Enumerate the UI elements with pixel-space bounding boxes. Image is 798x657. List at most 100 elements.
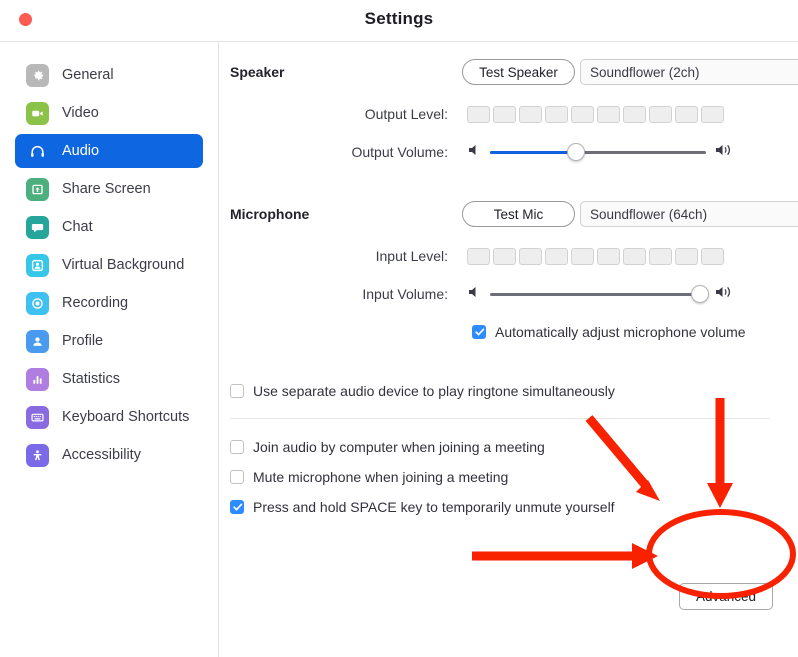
advanced-button[interactable]: Advanced	[679, 583, 774, 610]
accessibility-icon	[26, 443, 49, 467]
output-level-meter	[467, 105, 724, 123]
mute-mic-checkbox[interactable]	[230, 469, 244, 484]
sidebar-item-general[interactable]: General	[15, 58, 203, 92]
speaker-high-icon	[715, 143, 733, 162]
sidebar-item-audio[interactable]: Audio	[15, 134, 203, 168]
join-audio-option-row[interactable]: Join audio by computer when joining a me…	[219, 433, 798, 460]
output-volume-thumb[interactable]	[567, 143, 586, 161]
output-volume-slider[interactable]	[467, 142, 733, 162]
person-frame-icon	[26, 253, 49, 277]
meter-segment	[545, 105, 568, 123]
ringtone-label: Use separate audio device to play ringto…	[253, 382, 615, 399]
output-volume-track[interactable]	[490, 142, 706, 162]
sidebar-item-label: Keyboard Shortcuts	[62, 409, 190, 425]
speaker-section-label: Speaker	[230, 64, 285, 80]
meter-segment	[701, 247, 724, 265]
microphone-device-row: Microphone Test Mic Soundflower (64ch)	[219, 199, 798, 229]
input-level-row: Input Level:	[219, 241, 798, 271]
sidebar-item-label: Accessibility	[62, 447, 141, 463]
sidebar-item-chat[interactable]: Chat	[15, 210, 203, 244]
meter-segment	[701, 105, 724, 123]
mic-low-icon	[467, 285, 481, 304]
speaker-device-value: Soundflower (2ch)	[590, 64, 700, 80]
mute-mic-label: Mute microphone when joining a meeting	[253, 468, 509, 485]
auto-adjust-mic-label: Automatically adjust microphone volume	[495, 323, 746, 340]
sidebar-item-label: Chat	[62, 219, 93, 235]
meter-segment	[519, 105, 542, 123]
gear-icon	[26, 63, 49, 87]
sidebar-item-video[interactable]: Video	[15, 96, 203, 130]
settings-content-audio: Speaker Test Speaker Soundflower (2ch) O…	[219, 42, 798, 657]
output-volume-row: Output Volume:	[219, 137, 798, 167]
meter-segment	[493, 247, 516, 265]
meter-segment	[675, 105, 698, 123]
sidebar-item-label: Recording	[62, 295, 129, 311]
speaker-low-icon	[467, 143, 481, 162]
bar-chart-icon	[26, 367, 49, 391]
test-mic-button[interactable]: Test Mic	[462, 201, 575, 227]
output-volume-label: Output Volume:	[351, 144, 448, 160]
video-camera-icon	[26, 101, 49, 125]
share-screen-icon	[26, 177, 49, 201]
test-speaker-button[interactable]: Test Speaker	[462, 59, 575, 85]
sidebar-item-keyboard-shortcuts[interactable]: Keyboard Shortcuts	[15, 400, 203, 434]
meter-segment	[623, 105, 646, 123]
push-to-talk-checkbox[interactable]	[230, 499, 244, 514]
sidebar-item-profile[interactable]: Profile	[15, 324, 203, 358]
input-volume-slider[interactable]	[467, 284, 733, 304]
meter-segment	[467, 105, 490, 123]
auto-adjust-mic-checkbox[interactable]	[472, 324, 486, 339]
section-divider	[230, 418, 770, 419]
chat-bubble-icon	[26, 215, 49, 239]
person-icon	[26, 329, 49, 353]
microphone-section-label: Microphone	[230, 206, 310, 222]
meter-segment	[571, 247, 594, 265]
sidebar-item-label: Statistics	[62, 371, 121, 387]
meter-segment	[649, 247, 672, 265]
input-level-meter	[467, 247, 724, 265]
settings-sidebar: General Video Audio Share Screen Chat Virtual…	[0, 42, 219, 657]
headphones-icon	[26, 140, 49, 163]
meter-segment	[597, 247, 620, 265]
sidebar-item-label: Audio	[62, 143, 100, 159]
sidebar-item-label: Profile	[62, 333, 104, 349]
sidebar-item-label: Virtual Background	[62, 257, 185, 273]
output-level-label: Output Level:	[364, 106, 448, 122]
sidebar-item-share-screen[interactable]: Share Screen	[15, 172, 203, 206]
mute-mic-option-row[interactable]: Mute microphone when joining a meeting	[219, 463, 798, 490]
output-level-row: Output Level:	[219, 99, 798, 129]
input-volume-track[interactable]	[490, 284, 709, 304]
sidebar-item-recording[interactable]: Recording	[15, 286, 203, 320]
speaker-device-select[interactable]: Soundflower (2ch)	[580, 59, 798, 85]
sidebar-item-label: General	[62, 67, 114, 83]
page-title: Settings	[364, 9, 434, 28]
microphone-device-select[interactable]: Soundflower (64ch)	[580, 201, 798, 227]
join-audio-label: Join audio by computer when joining a me…	[253, 438, 545, 455]
record-circle-icon	[26, 291, 49, 315]
meter-segment	[623, 247, 646, 265]
meter-segment	[571, 105, 594, 123]
keyboard-icon	[26, 405, 49, 429]
sidebar-item-accessibility[interactable]: Accessibility	[15, 438, 203, 472]
meter-segment	[545, 247, 568, 265]
input-volume-row: Input Volume:	[219, 279, 798, 309]
ringtone-checkbox[interactable]	[230, 383, 244, 398]
input-volume-thumb[interactable]	[690, 285, 709, 303]
join-audio-checkbox[interactable]	[230, 439, 244, 454]
meter-segment	[597, 105, 620, 123]
microphone-section: Microphone Test Mic Soundflower (64ch) I…	[219, 199, 798, 345]
sidebar-item-virtual-background[interactable]: Virtual Background	[15, 248, 203, 282]
sidebar-item-statistics[interactable]: Statistics	[15, 362, 203, 396]
advanced-button-wrap: Advanced	[679, 583, 774, 610]
auto-adjust-mic-row[interactable]: Automatically adjust microphone volume	[219, 318, 798, 345]
sidebar-item-label: Video	[62, 105, 99, 121]
push-to-talk-label: Press and hold SPACE key to temporarily …	[253, 498, 615, 515]
mic-high-icon	[715, 285, 733, 304]
push-to-talk-option-row[interactable]: Press and hold SPACE key to temporarily …	[219, 493, 798, 520]
meter-segment	[649, 105, 672, 123]
ringtone-option-row[interactable]: Use separate audio device to play ringto…	[219, 377, 798, 404]
meter-segment	[675, 247, 698, 265]
meter-segment	[519, 247, 542, 265]
window-titlebar: Settings	[0, 0, 798, 42]
speaker-section: Speaker Test Speaker Soundflower (2ch) O…	[219, 57, 798, 167]
